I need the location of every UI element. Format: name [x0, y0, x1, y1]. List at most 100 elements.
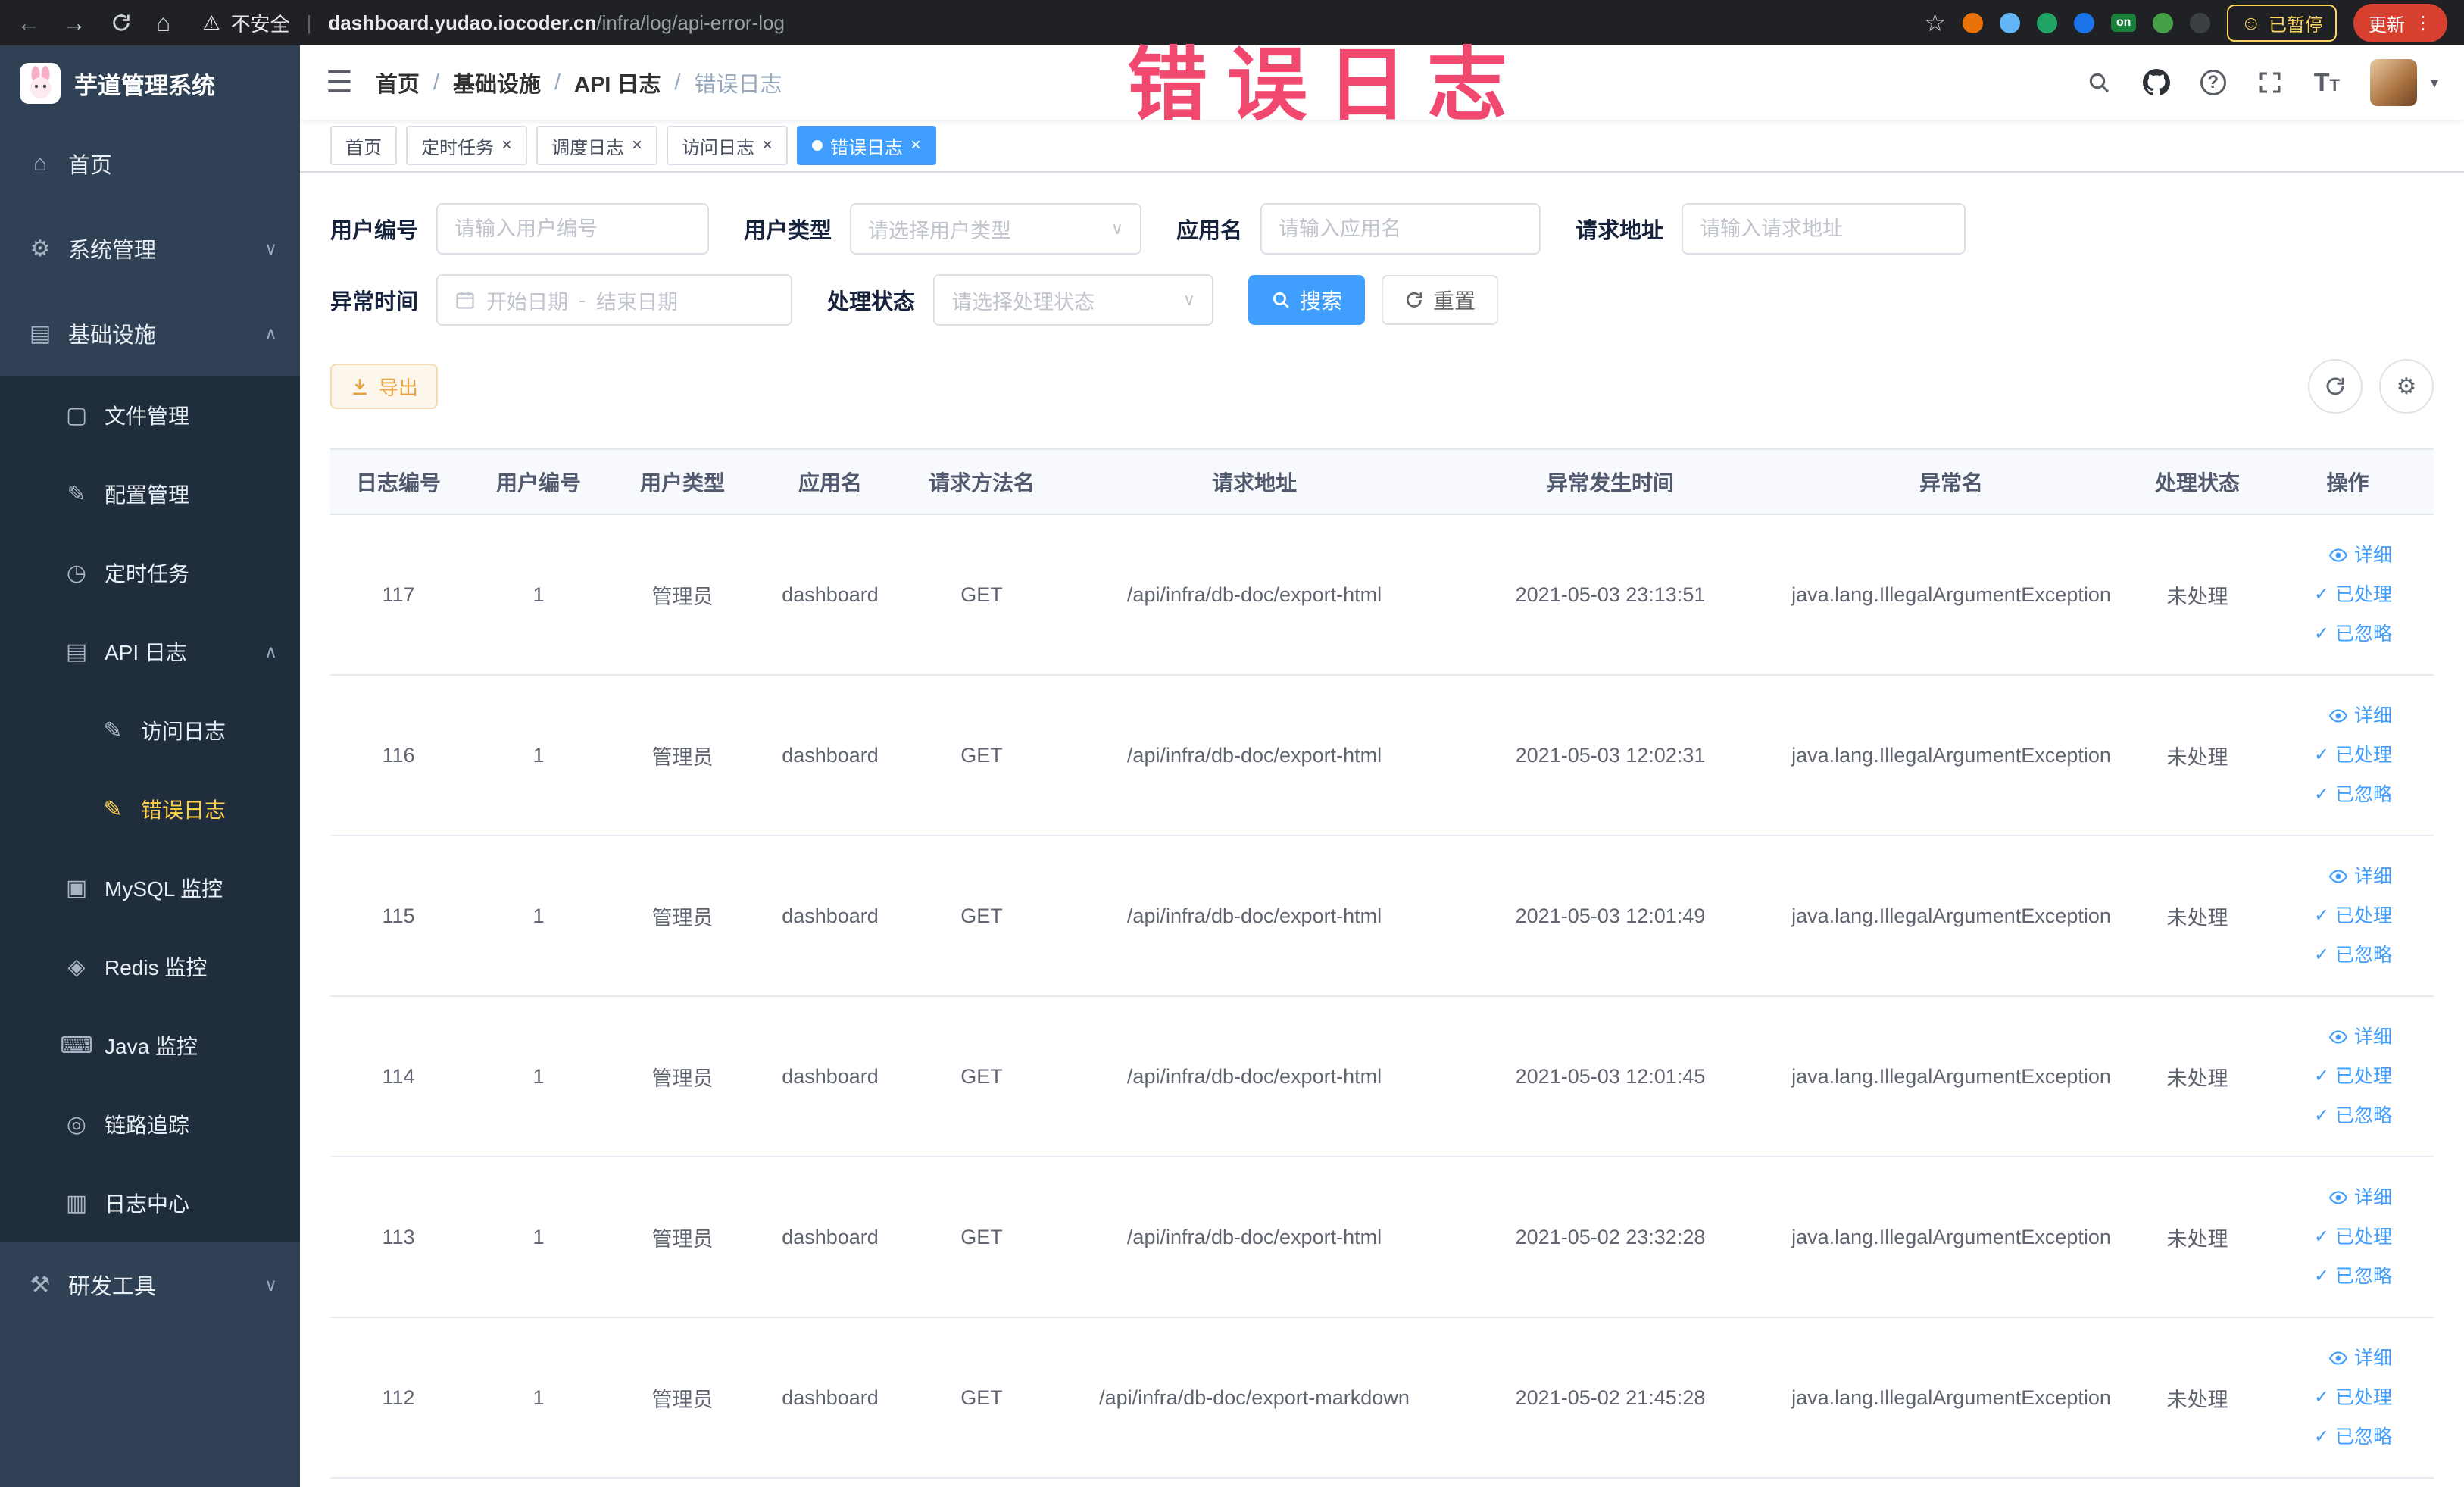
mark-ignored-link[interactable]: ✓ 已忽略	[2269, 775, 2392, 814]
extension-icon[interactable]	[2190, 12, 2211, 33]
user-id-input[interactable]	[436, 203, 710, 255]
hamburger-icon[interactable]: ☰	[326, 67, 353, 98]
search-icon[interactable]	[2085, 69, 2113, 96]
eye-icon	[2329, 1030, 2347, 1044]
extension-icon[interactable]	[2153, 12, 2174, 33]
close-icon[interactable]: ×	[910, 136, 921, 155]
tab-item[interactable]: 调度日志 ×	[536, 126, 658, 165]
ignored-label: 已忽略	[2334, 1426, 2392, 1448]
sidebar-item[interactable]: ◎ 链路追踪	[0, 1085, 300, 1164]
mark-ignored-link[interactable]: ✓ 已忽略	[2269, 936, 2392, 975]
breadcrumb-item[interactable]: 首页	[376, 67, 420, 98]
cell-status: 未处理	[2133, 675, 2262, 836]
tab-label: 定时任务	[421, 137, 494, 158]
cell-user-type: 管理员	[611, 996, 754, 1157]
sidebar-item[interactable]: ▥ 日志中心	[0, 1164, 300, 1242]
process-status-select[interactable]: 请选择处理状态 ∨	[933, 274, 1214, 326]
sidebar-item[interactable]: ✎ 配置管理	[0, 455, 300, 533]
ignored-label: 已忽略	[2334, 784, 2392, 805]
cell-exception: java.lang.IllegalArgumentException	[1769, 1157, 2133, 1318]
detail-link[interactable]: 详细	[2269, 1339, 2392, 1378]
cell-user-id: 1	[467, 836, 611, 997]
back-icon[interactable]: ←	[17, 11, 41, 35]
detail-link[interactable]: 详细	[2269, 1017, 2392, 1057]
detail-link[interactable]: 详细	[2269, 536, 2392, 575]
sidebar-item-label: 链路追踪	[105, 1114, 190, 1137]
extension-icon[interactable]	[2073, 12, 2094, 33]
tab-item[interactable]: 访问日志 ×	[667, 126, 789, 165]
fullscreen-icon[interactable]	[2256, 69, 2284, 96]
date-range-picker[interactable]: 开始日期 - 结束日期	[436, 274, 793, 326]
avatar[interactable]	[2369, 59, 2417, 106]
processed-label: 已处理	[2334, 1226, 2392, 1248]
export-button[interactable]: 导出	[330, 364, 439, 409]
mark-processed-link[interactable]: ✓ 已处理	[2269, 896, 2392, 936]
address-bar[interactable]: ⚠ 不安全 | dashboard.yudao.iocoder.cn/infra…	[202, 9, 785, 37]
mark-processed-link[interactable]: ✓ 已处理	[2269, 1057, 2392, 1096]
column-header: 请求地址	[1057, 448, 1451, 515]
extension-icon[interactable]	[1999, 12, 2020, 33]
github-icon[interactable]	[2142, 69, 2170, 96]
kebab-menu-icon: ⋮	[2414, 12, 2432, 33]
security-label: 不安全	[230, 12, 290, 36]
detail-label: 详细	[2353, 1026, 2392, 1048]
sidebar-item[interactable]: ◷ 定时任务	[0, 533, 300, 612]
reset-button[interactable]: 重置	[1382, 275, 1499, 325]
cell-time: 2021-05-02 21:45:28	[1451, 1317, 1769, 1479]
detail-link[interactable]: 详细	[2269, 857, 2392, 896]
help-icon[interactable]: ?	[2200, 70, 2226, 95]
extension-icon[interactable]	[2036, 12, 2057, 33]
row-actions: 详细 ✓ 已处理 ✓ 已忽略	[2262, 996, 2434, 1157]
paused-profile-badge[interactable]: ☺ 已暂停	[2227, 4, 2337, 42]
sidebar-item[interactable]: ▢ 文件管理	[0, 376, 300, 455]
sidebar-item[interactable]: ▣ MySQL 监控	[0, 848, 300, 927]
cell-user-id: 1	[467, 514, 611, 676]
extension-on-badge[interactable]: on	[2110, 14, 2137, 32]
sidebar-item[interactable]: ⚒ 研发工具 ∨	[0, 1242, 300, 1327]
close-icon[interactable]: ×	[501, 136, 512, 155]
detail-link[interactable]: 详细	[2269, 1178, 2392, 1217]
mark-ignored-link[interactable]: ✓ 已忽略	[2269, 614, 2392, 654]
tab-item[interactable]: 首页	[330, 126, 397, 165]
mark-processed-link[interactable]: ✓ 已处理	[2269, 1217, 2392, 1257]
forward-icon[interactable]: →	[62, 11, 86, 35]
close-icon[interactable]: ×	[632, 136, 642, 155]
star-icon[interactable]: ☆	[1924, 11, 1946, 35]
mark-processed-link[interactable]: ✓ 已处理	[2269, 736, 2392, 775]
mark-processed-link[interactable]: ✓ 已处理	[2269, 575, 2392, 614]
mark-ignored-link[interactable]: ✓ 已忽略	[2269, 1096, 2392, 1136]
sidebar-item[interactable]: ⚙ 系统管理 ∨	[0, 206, 300, 291]
search-button[interactable]: 搜索	[1248, 275, 1366, 325]
sidebar-item[interactable]: ⌂ 首页	[0, 121, 300, 206]
breadcrumb-item[interactable]: API 日志	[574, 67, 661, 98]
home-icon[interactable]: ⌂	[156, 11, 170, 35]
app-name-input[interactable]	[1260, 203, 1541, 255]
tab-active[interactable]: 错误日志 ×	[797, 126, 937, 165]
tab-label: 调度日志	[551, 137, 625, 158]
reload-icon[interactable]	[108, 9, 135, 36]
browser-update-button[interactable]: 更新 ⋮	[2353, 3, 2447, 42]
detail-link[interactable]: 详细	[2269, 696, 2392, 736]
font-size-icon[interactable]: TT	[2314, 68, 2340, 98]
user-type-select[interactable]: 请选择用户类型 ∨	[850, 203, 1142, 255]
sidebar-item[interactable]: ▤ API 日志 ∧	[0, 612, 300, 691]
logo[interactable]: 芋道管理系统	[0, 45, 300, 121]
sidebar-item[interactable]: ⌨ Java 监控	[0, 1006, 300, 1085]
mark-processed-link[interactable]: ✓ 已处理	[2269, 1378, 2392, 1417]
sidebar-item[interactable]: ✎ 访问日志	[0, 691, 300, 770]
row-actions: 详细 ✓ 已处理 ✓ 已忽略	[2262, 836, 2434, 997]
sidebar-item[interactable]: ✎ 错误日志	[0, 770, 300, 848]
tab-item[interactable]: 定时任务 ×	[406, 126, 528, 165]
request-url-input[interactable]	[1682, 203, 1966, 255]
refresh-table-button[interactable]	[2308, 359, 2363, 414]
extension-icon[interactable]	[1962, 12, 1983, 33]
sidebar-item[interactable]: ▤ 基础设施 ∧	[0, 291, 300, 376]
close-icon[interactable]: ×	[762, 136, 773, 155]
mark-ignored-link[interactable]: ✓ 已忽略	[2269, 1257, 2392, 1296]
mark-ignored-link[interactable]: ✓ 已忽略	[2269, 1417, 2392, 1457]
filter-row-1: 用户编号 用户类型 请选择用户类型 ∨ 应用名 请求地址	[330, 203, 2434, 255]
cell-time: 2021-05-02 23:32:28	[1451, 1157, 1769, 1318]
breadcrumb-item[interactable]: 基础设施	[453, 67, 541, 98]
sidebar-item[interactable]: ◈ Redis 监控	[0, 927, 300, 1006]
column-settings-button[interactable]: ⚙	[2379, 359, 2434, 414]
